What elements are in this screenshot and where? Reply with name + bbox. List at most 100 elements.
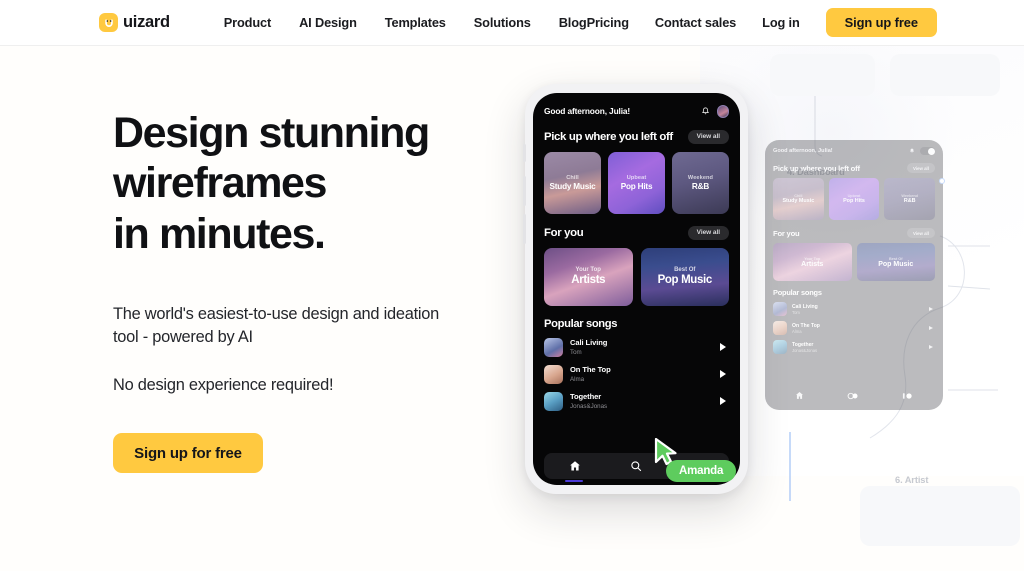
phone-mockup[interactable]: Good afternoon, Julia! Pick up where you… — [523, 84, 748, 494]
small-card-row: Chill Study Music Upbeat Pop Hits Weeken… — [544, 151, 729, 214]
tab-active-indicator — [565, 480, 583, 482]
ghost-card-main: Pop Music — [878, 260, 914, 268]
greeting-text: Good afternoon, Julia! — [544, 106, 631, 117]
ghost-view-all-2[interactable]: View all — [906, 228, 935, 238]
hero-signup-button[interactable]: Sign up for free — [113, 433, 263, 474]
card-title: Pop Music — [657, 274, 713, 286]
card-your-top-artists[interactable]: Your Top Artists — [544, 247, 633, 306]
hero-mockup-canvas: 4. Dashboard 6. Artist Good afternoon, J… — [470, 46, 1024, 571]
ghost-large-card-row: Your Top Artists Best Of Pop Music — [773, 243, 935, 281]
ghost-small-card-row: Chill Study Music Upbeat Pop Hits Weeken… — [773, 178, 936, 220]
section-header-pickup: Pick up where you left off View all — [544, 129, 729, 144]
signup-free-button[interactable]: Sign up free — [825, 8, 937, 37]
card-title: Artists — [571, 274, 606, 286]
tab-search[interactable] — [630, 460, 642, 472]
landing-page: uizard Product AI Design Templates Solut… — [0, 0, 1024, 571]
ghost-tab-bar — [773, 386, 935, 405]
brand-name: uizard — [123, 13, 170, 31]
phone-mute-button — [523, 144, 526, 162]
card-title: Study Music — [549, 181, 596, 191]
ghost-card-artists[interactable]: Your Top Artists — [773, 243, 852, 281]
library-icon[interactable] — [902, 392, 913, 400]
selection-handle[interactable] — [939, 178, 945, 184]
nav-link-blog[interactable]: Blog — [559, 15, 587, 30]
artboard-label-artist: 6. Artist — [895, 475, 929, 485]
bell-icon[interactable] — [701, 107, 710, 116]
play-icon[interactable] — [929, 326, 933, 330]
nav-link-contact-sales[interactable]: Contact sales — [655, 15, 736, 30]
ghost-song-row[interactable]: On The Top Alma — [773, 321, 935, 335]
page-title: Design stunning wireframes in minutes. — [113, 108, 503, 259]
card-subtitle: Best Of — [674, 267, 696, 273]
card-best-of-pop-music[interactable]: Best Of Pop Music — [640, 247, 729, 306]
section-header-for-you: For you View all — [544, 225, 729, 240]
song-artist: Jonas&Jonas — [570, 402, 608, 410]
album-art — [773, 321, 787, 335]
ghost-card-main: Study Music — [782, 198, 815, 204]
album-art — [544, 391, 563, 411]
background-artboard[interactable]: Good afternoon, Julia! Pick up where you… — [755, 88, 955, 458]
ghost-card-pop-music[interactable]: Best Of Pop Music — [856, 243, 935, 281]
song-artist: Alma — [570, 375, 585, 383]
ghost-song-artist: Jonas&Jonas — [792, 347, 818, 353]
card-subtitle: Weekend — [687, 174, 714, 181]
ghost-toggle — [920, 147, 935, 155]
ghost-section-title-2: For you — [773, 228, 800, 238]
album-art — [773, 340, 787, 354]
card-subtitle: Chill — [566, 174, 579, 181]
ghost-card-pop-hits[interactable]: Upbeat Pop Hits — [828, 178, 880, 220]
song-row[interactable]: On The Top Alma — [544, 364, 729, 384]
ghost-header-icons — [909, 147, 935, 155]
song-row[interactable]: Together Jonas&Jonas — [544, 391, 729, 411]
brand-logo[interactable]: uizard — [99, 13, 170, 32]
phone-volume-up-button — [523, 176, 526, 206]
play-icon[interactable] — [720, 343, 726, 351]
ghost-card-rnb[interactable]: Weekend R&B — [884, 178, 936, 220]
nav-link-login[interactable]: Log in — [762, 15, 800, 30]
search-icon[interactable] — [847, 392, 858, 400]
ghost-section-header-1: Pick up where you left off View all — [773, 163, 935, 173]
ghost-header: Good afternoon, Julia! — [773, 147, 935, 155]
play-icon[interactable] — [720, 370, 726, 378]
phone-screen: Good afternoon, Julia! Pick up where you… — [533, 93, 740, 485]
play-icon[interactable] — [929, 307, 933, 311]
ghost-section-title-3: Popular songs — [773, 288, 822, 297]
ghost-song-row[interactable]: Cali Living Tom — [773, 302, 935, 316]
tab-home[interactable] — [569, 460, 581, 472]
ghost-section-title-1: Pick up where you left off — [773, 163, 860, 173]
ghost-song-artist: Tom — [792, 309, 800, 315]
ghost-greeting: Good afternoon, Julia! — [773, 148, 833, 154]
nav-link-templates[interactable]: Templates — [385, 15, 446, 30]
section-title: Pick up where you left off — [544, 130, 673, 143]
nav-link-product[interactable]: Product — [224, 15, 271, 30]
song-row[interactable]: Cali Living Tom — [544, 337, 729, 357]
top-navigation-bar: uizard Product AI Design Templates Solut… — [0, 0, 1024, 46]
play-icon[interactable] — [929, 345, 933, 349]
nav-link-pricing[interactable]: Pricing — [587, 15, 629, 30]
home-icon[interactable] — [795, 391, 804, 400]
ghost-song-row[interactable]: Together Jonas&Jonas — [773, 340, 935, 354]
large-card-row: Your Top Artists Best Of Pop Music — [544, 247, 729, 306]
user-avatar[interactable] — [716, 105, 729, 118]
song-name: Cali Living — [570, 338, 608, 348]
album-art — [544, 364, 563, 384]
card-subtitle: Upbeat — [626, 174, 647, 181]
card-study-music[interactable]: Chill Study Music — [544, 151, 601, 214]
play-icon[interactable] — [720, 397, 726, 405]
ghost-card-main: Artists — [801, 260, 824, 268]
hero-subheading: The world's easiest-to-use design and id… — [113, 304, 440, 347]
card-subtitle: Your Top — [575, 267, 601, 273]
nav-secondary-links: Pricing Contact sales Log in Sign up fre… — [587, 8, 937, 37]
ghost-card-study-music[interactable]: Chill Study Music — [773, 178, 824, 220]
ghost-song-artist: Alma — [792, 328, 802, 334]
nav-link-ai-design[interactable]: AI Design — [299, 15, 357, 30]
card-rnb[interactable]: Weekend R&B — [672, 151, 729, 214]
ghost-view-all-1[interactable]: View all — [906, 163, 935, 173]
card-pop-hits[interactable]: Upbeat Pop Hits — [608, 151, 665, 214]
view-all-button[interactable]: View all — [687, 225, 729, 240]
ghost-card-main: Pop Hits — [843, 198, 865, 204]
view-all-button[interactable]: View all — [687, 129, 729, 144]
hero-copy: Design stunning wireframes in minutes. T… — [113, 108, 503, 474]
nav-link-solutions[interactable]: Solutions — [474, 15, 531, 30]
nav-primary-links: Product AI Design Templates Solutions Bl… — [224, 15, 587, 30]
